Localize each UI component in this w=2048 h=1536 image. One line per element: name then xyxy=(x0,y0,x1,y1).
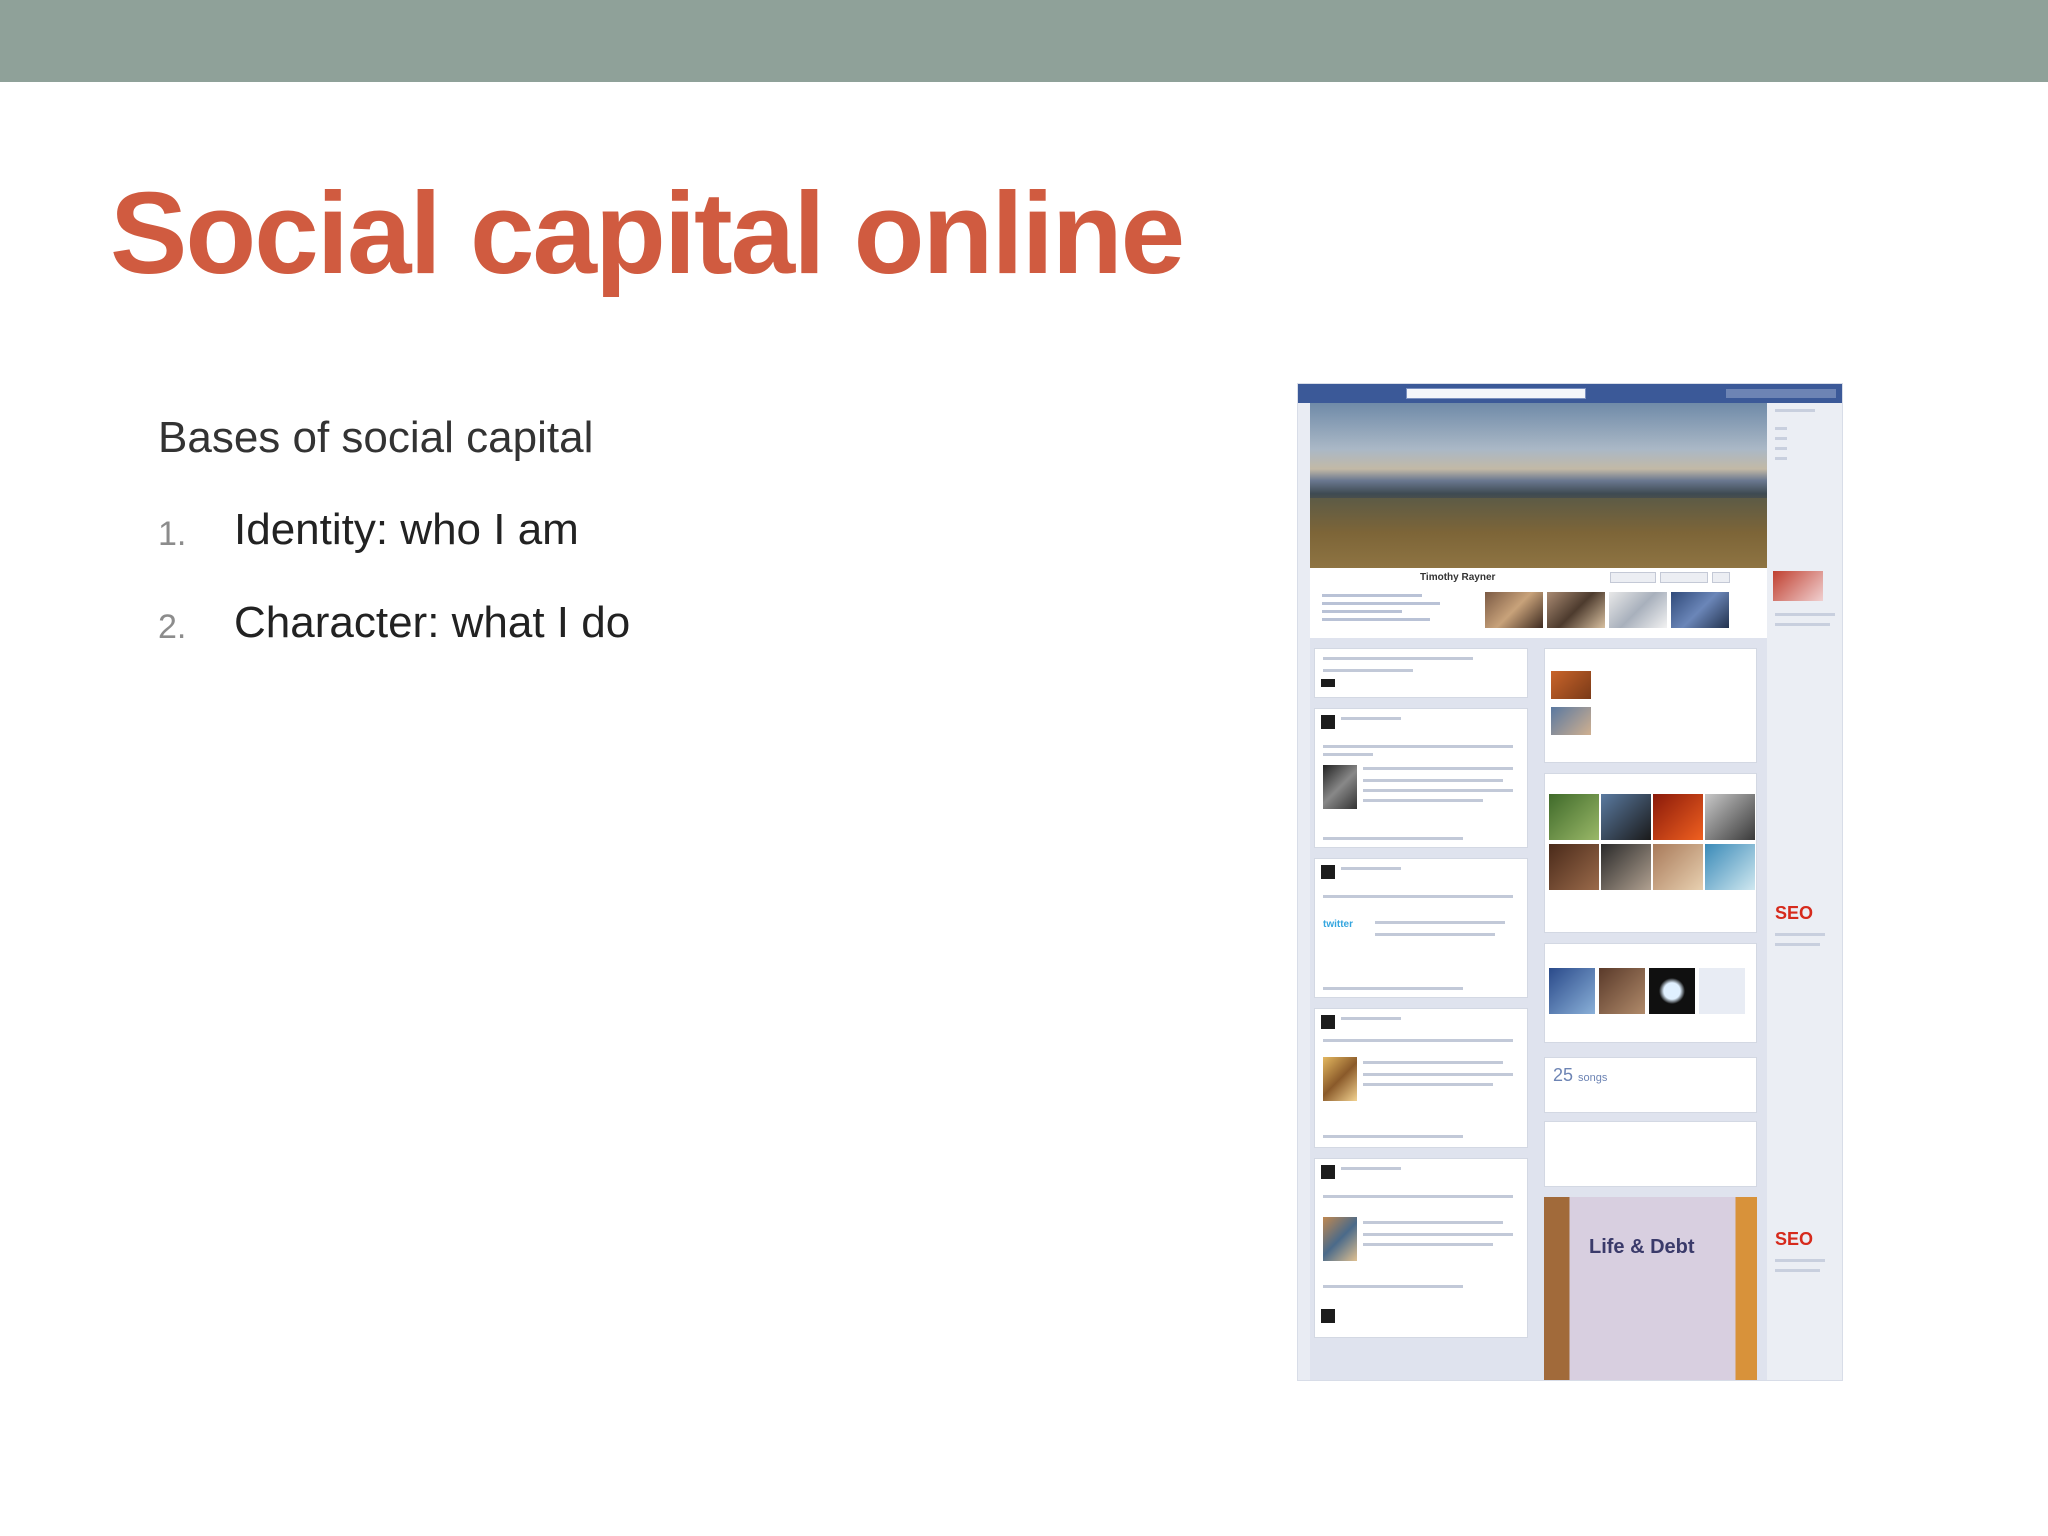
facebook-account-area xyxy=(1726,389,1836,398)
info-line xyxy=(1322,594,1422,597)
status-card xyxy=(1544,1121,1757,1187)
seo-ad: SEO xyxy=(1775,1229,1814,1249)
body-heading: Bases of social capital xyxy=(158,413,594,462)
cover-landscape xyxy=(1310,498,1767,568)
facebook-top-bar xyxy=(1298,384,1842,403)
seo-ad: SEO xyxy=(1775,903,1814,923)
update-info-button xyxy=(1610,572,1656,583)
list-number: 1. xyxy=(158,515,187,553)
facebook-search-box xyxy=(1406,388,1586,399)
twitter-logo: twitter xyxy=(1323,919,1353,930)
timeline-column: Timothy Rayner twitter 25 songs Life & D… xyxy=(1310,403,1767,1380)
map-thumbnail xyxy=(1609,592,1667,628)
profile-info-strip: Timothy Rayner xyxy=(1310,568,1767,638)
timeline-post xyxy=(1314,708,1528,848)
info-line xyxy=(1322,602,1440,605)
info-line xyxy=(1322,610,1402,613)
info-line xyxy=(1322,618,1430,621)
right-sidebar: SEO SEO xyxy=(1767,403,1842,1380)
status-composer xyxy=(1314,648,1528,698)
activity-card xyxy=(1544,648,1757,763)
cover-photo xyxy=(1310,403,1767,568)
profile-name: Timothy Rayner xyxy=(1420,572,1496,583)
photos-card xyxy=(1544,773,1757,933)
top-band xyxy=(0,0,2048,82)
facebook-logo xyxy=(1302,387,1356,400)
list-number: 2. xyxy=(158,608,187,646)
list-text: Character: what I do xyxy=(234,598,631,647)
likes-card xyxy=(1544,943,1757,1043)
list-text: Identity: who I am xyxy=(234,505,579,554)
likes-thumbnail xyxy=(1671,592,1729,628)
timeline-post xyxy=(1314,1158,1528,1338)
timeline-post xyxy=(1314,1008,1528,1148)
music-card: 25 songs xyxy=(1544,1057,1757,1113)
timeline-post: twitter xyxy=(1314,858,1528,998)
life-and-debt-photo: Life & Debt xyxy=(1544,1197,1757,1380)
book-title: Life & Debt xyxy=(1589,1236,1695,1258)
settings-button xyxy=(1712,572,1730,583)
slide-title: Social capital online xyxy=(110,168,1185,298)
songs-count: 25 songs xyxy=(1553,1065,1608,1085)
photos-thumbnail xyxy=(1547,592,1605,628)
facebook-timeline-screenshot: Timothy Rayner twitter 25 songs Life & D… xyxy=(1297,383,1843,1381)
activity-log-button xyxy=(1660,572,1708,583)
friends-thumbnail xyxy=(1485,592,1543,628)
